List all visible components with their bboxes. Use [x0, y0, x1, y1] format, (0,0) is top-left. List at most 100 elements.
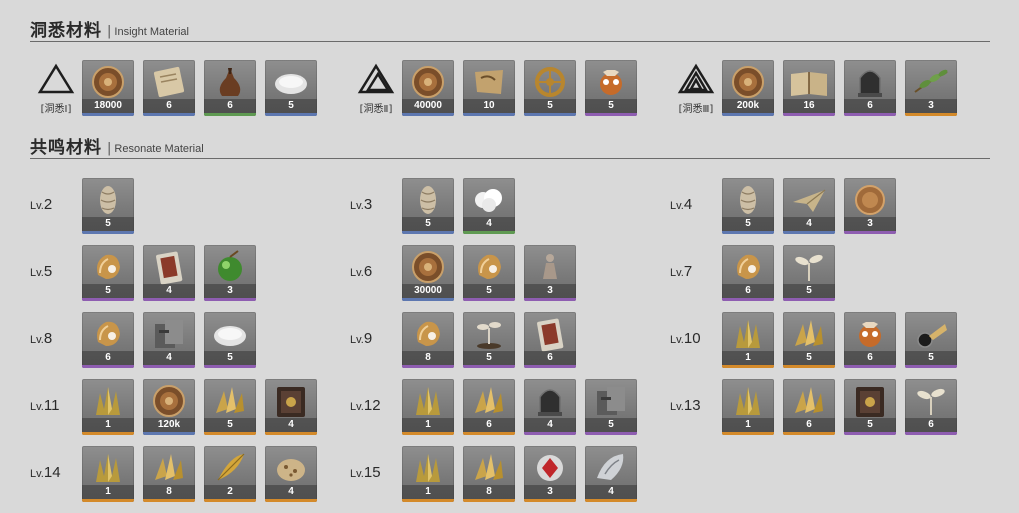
material-item[interactable]: 1 [402, 379, 454, 435]
material-item[interactable]: 5 [783, 245, 835, 301]
item-count: 3 [844, 217, 896, 231]
item-count: 5 [524, 99, 576, 113]
item-count: 6 [783, 418, 835, 432]
material-item[interactable]: 6 [143, 60, 195, 116]
rarity-bar [585, 432, 637, 435]
material-item[interactable]: 6 [783, 379, 835, 435]
material-item[interactable]: 18000 [82, 60, 134, 116]
material-item[interactable]: 5 [463, 245, 515, 301]
level-prefix: Lv. [350, 267, 364, 279]
material-item[interactable]: 1 [402, 446, 454, 502]
level-label: Lv.7 [670, 263, 716, 281]
rarity-bar [844, 432, 896, 435]
material-item[interactable]: 4 [143, 245, 195, 301]
material-item[interactable]: 5 [905, 312, 957, 368]
material-item[interactable]: 4 [524, 379, 576, 435]
item-count: 6 [143, 99, 195, 113]
item-count: 5 [905, 351, 957, 365]
material-item[interactable]: 4 [265, 446, 317, 502]
item-count: 5 [82, 284, 134, 298]
rarity-bar [585, 499, 637, 502]
material-item[interactable]: 1 [82, 379, 134, 435]
material-item[interactable]: 5 [265, 60, 317, 116]
material-item[interactable]: 2 [204, 446, 256, 502]
material-item[interactable]: 4 [585, 446, 637, 502]
rarity-bar [204, 113, 256, 116]
item-count: 5 [82, 217, 134, 231]
level-number: 12 [363, 397, 381, 414]
material-item[interactable]: 4 [143, 312, 195, 368]
item-count: 4 [265, 418, 317, 432]
level-label: Lv.12 [350, 397, 396, 415]
material-item[interactable]: 4 [783, 178, 835, 234]
level-label: Lv.3 [350, 196, 396, 214]
material-item[interactable]: 5 [82, 245, 134, 301]
material-item[interactable]: 3 [844, 178, 896, 234]
rarity-bar [143, 113, 195, 116]
item-count: 4 [265, 485, 317, 499]
material-item[interactable]: 16 [783, 60, 835, 116]
material-item[interactable]: 6 [722, 245, 774, 301]
level-number: 6 [363, 263, 373, 280]
item-count: 6 [524, 351, 576, 365]
material-item[interactable]: 3 [524, 446, 576, 502]
level-prefix: Lv. [350, 334, 364, 346]
material-item[interactable]: 5 [82, 178, 134, 234]
item-count: 6 [844, 351, 896, 365]
level-prefix: Lv. [350, 401, 364, 413]
material-item[interactable]: 6 [82, 312, 134, 368]
material-item[interactable]: 3 [905, 60, 957, 116]
material-item[interactable]: 6 [524, 312, 576, 368]
item-count: 5 [783, 351, 835, 365]
material-item[interactable]: 1 [722, 379, 774, 435]
item-count: 1 [722, 351, 774, 365]
material-item[interactable]: 6 [844, 60, 896, 116]
material-item[interactable]: 5 [722, 178, 774, 234]
material-item[interactable]: 8 [402, 312, 454, 368]
material-item[interactable]: 1 [722, 312, 774, 368]
level-number: 10 [683, 330, 701, 347]
rarity-bar [783, 231, 835, 234]
material-item[interactable]: 5 [204, 312, 256, 368]
material-item[interactable]: 4 [463, 178, 515, 234]
material-item[interactable]: 5 [585, 379, 637, 435]
material-item[interactable]: 5 [844, 379, 896, 435]
material-item[interactable]: 200k [722, 60, 774, 116]
material-item[interactable]: 4 [265, 379, 317, 435]
item-count: 120k [143, 418, 195, 432]
material-item[interactable]: 8 [463, 446, 515, 502]
material-item[interactable]: 5 [204, 379, 256, 435]
material-item[interactable]: 6 [463, 379, 515, 435]
material-item[interactable]: 10 [463, 60, 515, 116]
rarity-bar [463, 113, 515, 116]
level-prefix: Lv. [670, 334, 684, 346]
title-separator: | [107, 141, 112, 156]
rarity-bar [402, 231, 454, 234]
material-item[interactable]: 30000 [402, 245, 454, 301]
material-item[interactable]: 1 [82, 446, 134, 502]
level-prefix: Lv. [670, 267, 684, 279]
material-item[interactable]: 120k [143, 379, 195, 435]
rarity-bar [524, 499, 576, 502]
material-item[interactable]: 5 [783, 312, 835, 368]
material-item[interactable]: 5 [524, 60, 576, 116]
material-item[interactable]: 6 [844, 312, 896, 368]
material-item[interactable]: 5 [402, 178, 454, 234]
rarity-bar [402, 298, 454, 301]
material-item[interactable]: 8 [143, 446, 195, 502]
material-item[interactable]: 3 [204, 245, 256, 301]
material-item[interactable]: 40000 [402, 60, 454, 116]
item-count: 3 [524, 284, 576, 298]
item-count: 6 [905, 418, 957, 432]
material-item[interactable]: 5 [585, 60, 637, 116]
material-item[interactable]: 6 [204, 60, 256, 116]
rarity-bar [844, 231, 896, 234]
material-item[interactable]: 6 [905, 379, 957, 435]
rarity-bar [265, 113, 317, 116]
rarity-bar [905, 365, 957, 368]
material-item[interactable]: 5 [463, 312, 515, 368]
insight-tier-3: [洞悉Ⅲ] 200k 16 6 3 [670, 60, 970, 117]
tier-label: [洞悉Ⅲ] [678, 104, 714, 115]
material-item[interactable]: 3 [524, 245, 576, 301]
item-count: 5 [265, 99, 317, 113]
